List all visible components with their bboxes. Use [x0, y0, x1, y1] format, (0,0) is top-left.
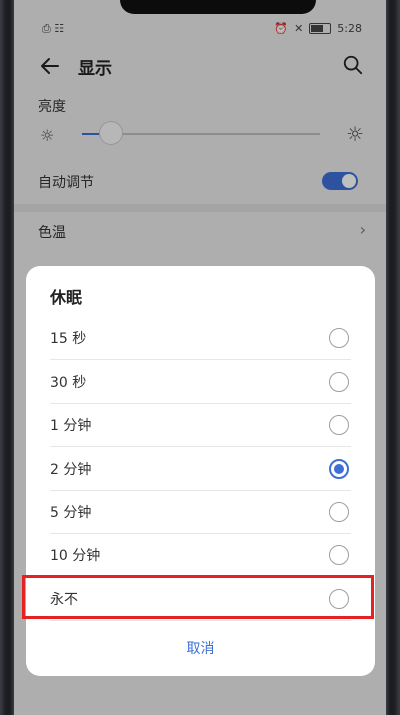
radio-icon[interactable]: [329, 328, 349, 348]
option-1min[interactable]: 1 分钟: [50, 403, 351, 447]
dialog-title: 休眠: [50, 288, 83, 307]
radio-icon[interactable]: [329, 545, 349, 565]
option-label: 永不: [50, 591, 78, 608]
radio-icon[interactable]: [329, 502, 349, 522]
phone-screen: ⎙ ☷ ⏰ ✕ 5:28 显示 亮度 ☼ ☼ 自动调节 色温 › 休眠 15 秒: [14, 0, 386, 715]
option-label: 1 分钟: [50, 417, 92, 434]
option-30s[interactable]: 30 秒: [50, 360, 351, 404]
option-10min[interactable]: 10 分钟: [50, 533, 351, 577]
option-never[interactable]: 永不: [50, 577, 351, 621]
radio-icon[interactable]: [329, 372, 349, 392]
option-15s[interactable]: 15 秒: [50, 316, 351, 360]
sleep-dialog: 休眠 15 秒 30 秒 1 分钟 2 分钟 5 分钟 10 分钟 永不 取消: [26, 266, 375, 676]
radio-icon[interactable]: [329, 589, 349, 609]
option-label: 5 分钟: [50, 504, 92, 521]
radio-selected-icon[interactable]: [329, 459, 349, 479]
cancel-button[interactable]: 取消: [26, 638, 375, 658]
option-label: 2 分钟: [50, 461, 92, 478]
option-2min[interactable]: 2 分钟: [50, 447, 351, 491]
radio-icon[interactable]: [329, 415, 349, 435]
option-label: 30 秒: [50, 374, 87, 391]
option-label: 10 分钟: [50, 547, 101, 564]
option-label: 15 秒: [50, 330, 87, 347]
option-5min[interactable]: 5 分钟: [50, 490, 351, 534]
